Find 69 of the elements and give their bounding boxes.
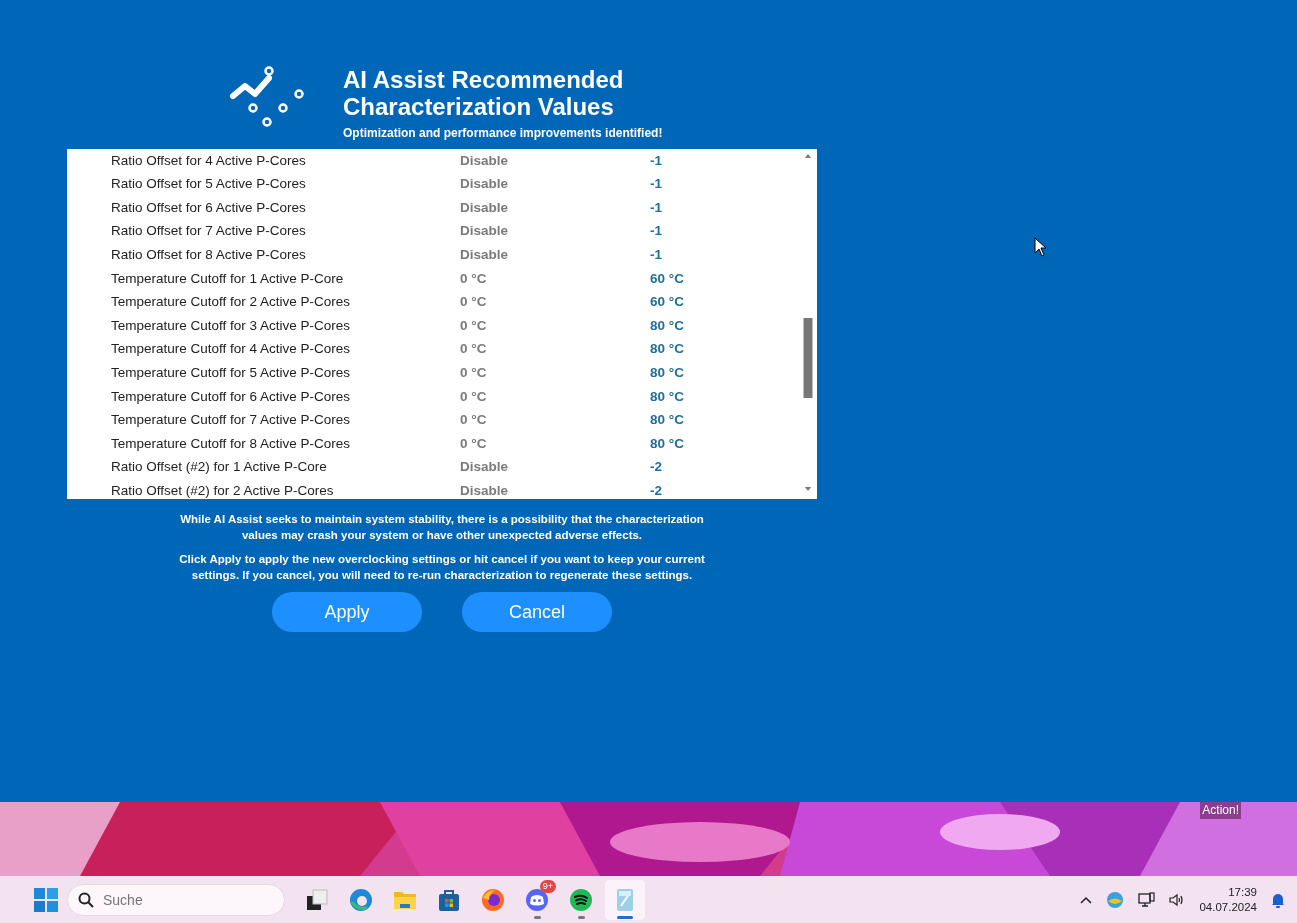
setting-name: Ratio Offset for 6 Active P-Cores — [111, 198, 307, 217]
current-value: Disable — [460, 458, 510, 477]
current-value: 0 °C — [460, 387, 488, 406]
apply-button[interactable]: Apply — [272, 592, 422, 632]
logo-icon — [229, 66, 305, 128]
recommended-value: 80 °C — [650, 411, 684, 430]
chevron-up-icon[interactable] — [1080, 895, 1093, 904]
dialog-title: AI Assist Recommended Characterization Values — [343, 66, 625, 120]
current-value: Disable — [460, 175, 510, 194]
recommended-value: 60 °C — [650, 293, 684, 312]
current-value: 0 °C — [460, 434, 488, 453]
speaker-icon[interactable] — [1169, 892, 1186, 907]
current-value: 0 °C — [460, 293, 488, 312]
setting-name: Temperature Cutoff for 7 Active P-Cores — [111, 411, 352, 430]
network-icon[interactable] — [1138, 891, 1156, 908]
taskbar-app[interactable]: 9+ — [517, 879, 557, 920]
recommended-value: 80 °C — [650, 340, 684, 359]
recommended-value: -1 — [650, 175, 662, 194]
recommended-value: 80 °C — [650, 434, 684, 453]
start-icon[interactable] — [34, 887, 58, 912]
cancel-button[interactable]: Cancel — [462, 592, 612, 632]
setting-name: Temperature Cutoff for 6 Active P-Cores — [111, 387, 352, 406]
chat-icon — [525, 887, 549, 912]
current-value: Disable — [460, 198, 510, 217]
browser-icon — [349, 887, 373, 912]
setting-name: Ratio Offset for 4 Active P-Cores — [111, 151, 307, 170]
mouse-pointer-icon — [1034, 237, 1047, 257]
dialog-subtitle: Optimization and performance improvements identified! — [343, 125, 663, 142]
current-value: 0 °C — [460, 364, 488, 382]
warning-text: While AI Assist seeks to maintain system stability, there is a possibility that the characterization values may crash your system or have other unexpected adverse effects. — [179, 512, 705, 543]
setting-name: Temperature Cutoff for 2 Active P-Cores — [111, 293, 352, 312]
recommended-value: 60 °C — [650, 269, 684, 288]
setting-name: Temperature Cutoff for 8 Active P-Cores — [111, 434, 352, 453]
current-value: Disable — [460, 151, 510, 170]
setting-name: Ratio Offset for 8 Active P-Cores — [111, 246, 307, 265]
recommended-value: -2 — [650, 458, 662, 477]
recommended-value: -1 — [650, 151, 662, 170]
notification-badge: 9+ — [539, 879, 556, 893]
setting-name: Temperature Cutoff for 5 Active P-Cores — [111, 364, 352, 382]
music-icon — [569, 887, 593, 912]
current-value: Disable — [460, 222, 510, 241]
store-icon — [437, 887, 461, 912]
recommended-value: 80 °C — [650, 387, 684, 406]
notification-bell-icon[interactable] — [1271, 891, 1285, 908]
recommended-value: -1 — [650, 222, 662, 241]
fox-icon — [481, 887, 505, 912]
instruction-text: Click Apply to apply the new overclocking settings or hit cancel if you want to keep your current settings. If you cancel, you will need to re-run characterization to regenerate these settings. — [178, 552, 706, 583]
clock[interactable]: 17:39 04.07.2024 — [1199, 884, 1257, 915]
setting-name: Temperature Cutoff for 4 Active P-Cores — [111, 340, 352, 359]
search-field[interactable]: Suche — [67, 883, 285, 916]
setting-name: Ratio Offset for 5 Active P-Cores — [111, 175, 307, 194]
setting-name: Ratio Offset for 7 Active P-Cores — [111, 222, 307, 241]
current-value: 0 °C — [460, 411, 488, 430]
setting-name: Ratio Offset (#2) for 1 Active P-Core — [111, 458, 328, 477]
recommended-value: -2 — [650, 482, 662, 499]
recommended-value: -1 — [650, 246, 662, 265]
current-value: 0 °C — [460, 269, 488, 288]
current-value: 0 °C — [460, 340, 488, 359]
current-value: Disable — [460, 246, 510, 265]
recommended-value: 80 °C — [650, 364, 684, 382]
current-value: 0 °C — [460, 316, 488, 335]
setting-name: Ratio Offset (#2) for 2 Active P-Cores — [111, 482, 335, 499]
recommended-value: 80 °C — [650, 316, 684, 335]
windows-icon — [305, 887, 329, 912]
recorder-label: Action! — [1200, 802, 1241, 819]
setting-name: Temperature Cutoff for 1 Active P-Core — [111, 269, 345, 288]
setting-name: Temperature Cutoff for 3 Active P-Cores — [111, 316, 352, 335]
current-value: Disable — [460, 482, 510, 499]
recommended-value: -1 — [650, 198, 662, 217]
